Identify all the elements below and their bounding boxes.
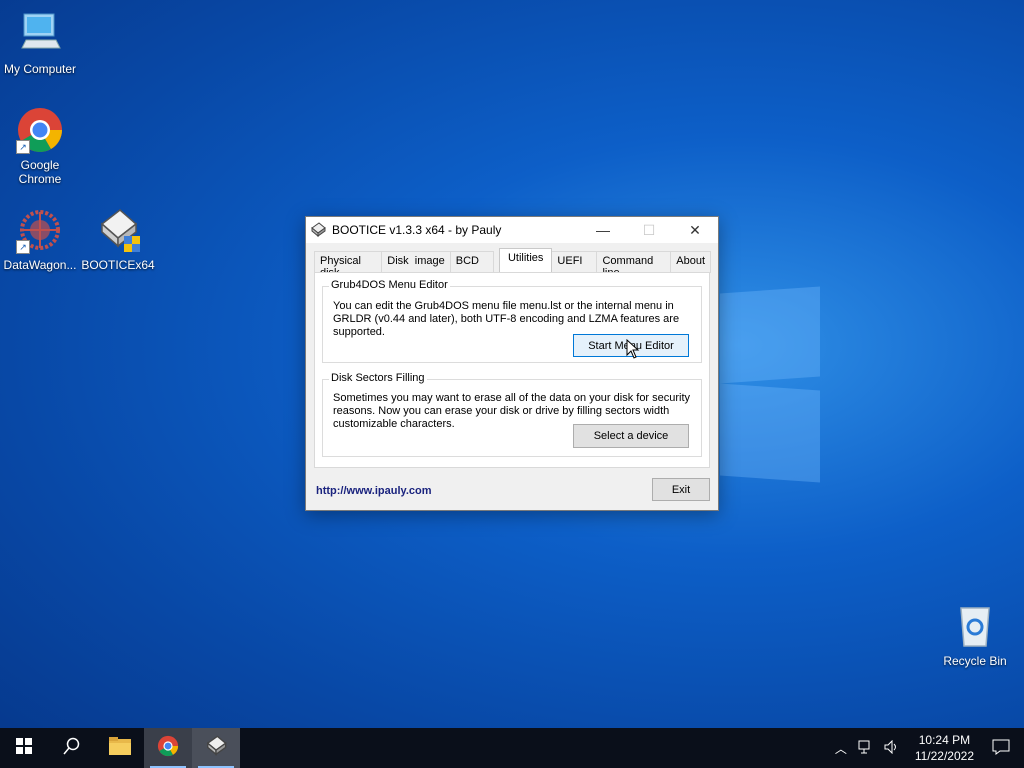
datawagon-icon: ↗ <box>16 206 64 254</box>
start-button[interactable] <box>0 728 48 768</box>
minimize-icon: — <box>596 222 610 238</box>
desktop-icon-datawagon[interactable]: ↗ DataWagon... <box>0 206 80 272</box>
mouse-cursor-icon <box>626 338 640 362</box>
clock-date: 11/22/2022 <box>914 749 974 763</box>
select-device-button[interactable]: Select a device <box>573 424 689 448</box>
chrome-taskbar-button[interactable] <box>144 728 192 768</box>
bootice-icon <box>205 735 227 762</box>
minimize-button[interactable]: — <box>580 217 626 243</box>
bootice-icon <box>94 206 142 254</box>
shortcut-arrow-icon: ↗ <box>16 140 30 154</box>
utilities-tab-panel: Grub4DOS Menu Editor You can edit the Gr… <box>314 272 710 468</box>
tab-bcd[interactable]: BCD <box>449 251 494 273</box>
group-title: Grub4DOS Menu Editor <box>329 279 450 291</box>
website-link[interactable]: http://www.ipauly.com <box>316 485 432 497</box>
shortcut-arrow-icon: ↗ <box>16 240 30 254</box>
chevron-up-icon[interactable]: ︿ <box>835 740 847 757</box>
desktop-icon-recycle-bin[interactable]: Recycle Bin <box>935 602 1015 668</box>
notification-icon[interactable] <box>992 739 1010 758</box>
file-explorer-button[interactable] <box>96 728 144 768</box>
desktop-icon-label: My Computer <box>3 62 77 76</box>
desktop-icon-label: Google Chrome <box>18 158 62 186</box>
computer-icon <box>16 10 64 58</box>
bootice-taskbar-button[interactable] <box>192 728 240 768</box>
desktop-icon-label: DataWagon... <box>3 258 77 272</box>
close-icon: ✕ <box>689 221 701 238</box>
title-bar[interactable]: BOOTICE v1.3.3 x64 - by Pauly — ☐ ✕ <box>306 217 718 243</box>
window-title: BOOTICE v1.3.3 x64 - by Pauly <box>332 223 502 237</box>
taskbar: ︿ 10:24 PM 11/22/2022 <box>0 728 1024 768</box>
tab-disk-image[interactable]: Disk image <box>381 251 451 273</box>
desktop-icon-booticex64[interactable]: BOOTICEx64 <box>78 206 158 272</box>
desktop-icon-label: Recycle Bin <box>943 654 1007 668</box>
desktop-icon-my-computer[interactable]: My Computer <box>0 10 80 76</box>
grub4dos-menu-editor-group: Grub4DOS Menu Editor You can edit the Gr… <box>322 279 702 363</box>
search-icon <box>63 737 81 760</box>
volume-icon[interactable] <box>884 739 900 757</box>
exit-button[interactable]: Exit <box>652 478 710 501</box>
desktop-icon-label: BOOTICEx64 <box>81 258 155 272</box>
folder-icon <box>109 736 131 760</box>
network-icon[interactable] <box>858 740 874 757</box>
tab-physical-disk[interactable]: Physical disk <box>314 251 383 279</box>
disk-sectors-filling-group: Disk Sectors Filling Sometimes you may w… <box>322 372 702 457</box>
wallpaper-logo-pane <box>720 383 820 483</box>
chrome-icon: ↗ <box>16 106 64 154</box>
system-tray: ︿ 10:24 PM 11/22/2022 <box>829 728 1024 768</box>
tab-about[interactable]: About <box>670 251 711 273</box>
search-button[interactable] <box>48 728 96 768</box>
close-button[interactable]: ✕ <box>672 217 718 243</box>
tab-uefi[interactable]: UEFI <box>551 251 598 273</box>
desktop-icon-google-chrome[interactable]: ↗ Google Chrome <box>0 106 80 186</box>
tab-command-line[interactable]: Command line <box>596 251 672 279</box>
maximize-icon: ☐ <box>642 221 656 238</box>
clock-time: 10:24 PM <box>918 733 971 747</box>
recycle-bin-icon <box>951 602 999 650</box>
maximize-button: ☐ <box>626 217 672 243</box>
bootice-window: BOOTICE v1.3.3 x64 - by Pauly — ☐ ✕ Phys… <box>305 216 719 511</box>
wallpaper-logo-pane <box>720 286 820 384</box>
group-title: Disk Sectors Filling <box>329 372 427 384</box>
tab-utilities[interactable]: Utilities <box>498 248 553 274</box>
tab-strip: Physical disk Disk image BCD Utilities U… <box>314 248 711 279</box>
clock[interactable]: 10:24 PM 11/22/2022 <box>915 732 974 764</box>
chrome-icon <box>157 735 179 762</box>
windows-logo-icon <box>16 737 32 759</box>
bootice-icon <box>310 222 326 238</box>
